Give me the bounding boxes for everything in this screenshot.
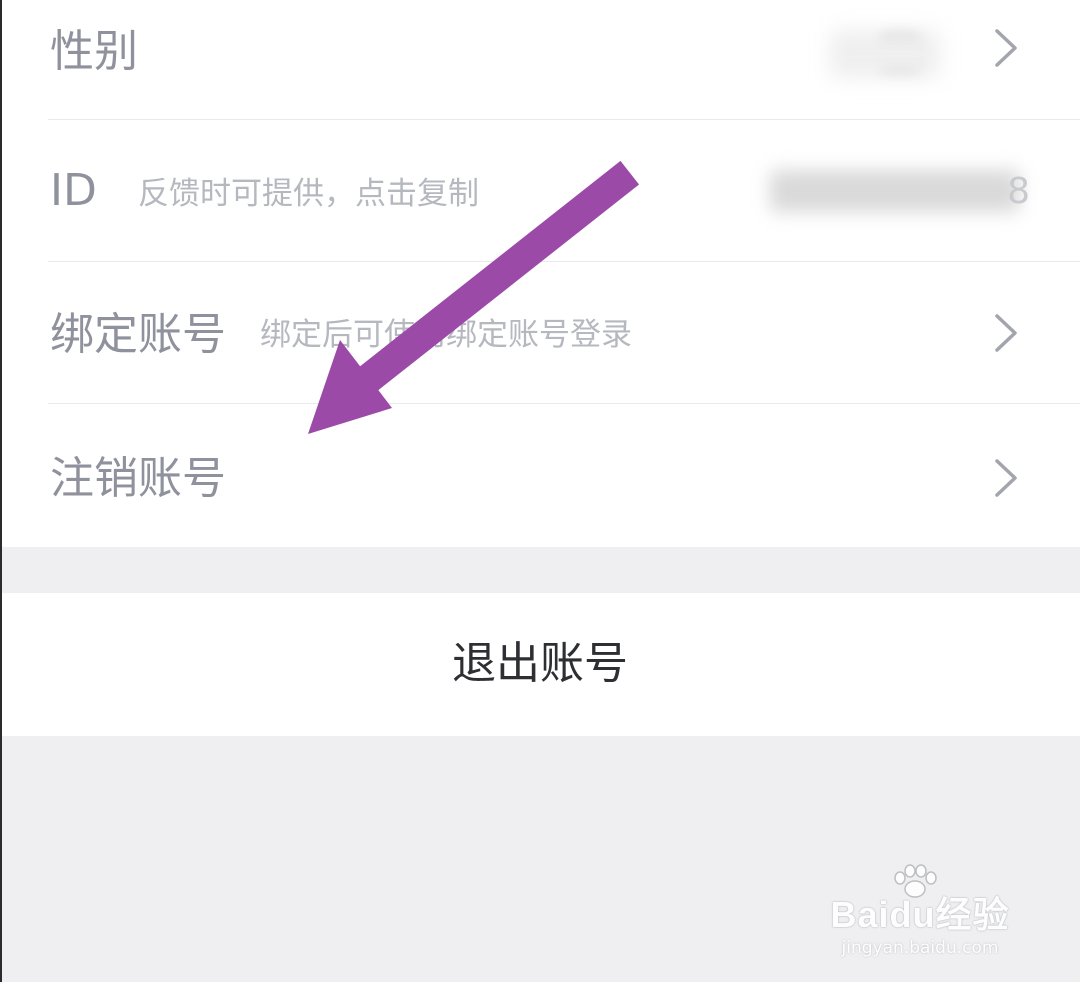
account-settings-list: 性别 ID 反馈时可提供，点击复制 8 绑定账号 绑定后可使用绑定账号登录 注销… (0, 0, 1080, 547)
id-value-redacted (770, 170, 1020, 212)
cancel-account-row[interactable]: 注销账号 (0, 404, 1080, 547)
left-edge-border (0, 0, 2, 982)
bind-account-label: 绑定账号 (50, 309, 226, 360)
gender-value-blur (830, 30, 940, 78)
baidu-logo-text: Baidu经验 (830, 894, 1010, 935)
chevron-right-icon (994, 458, 1018, 498)
chevron-right-icon (994, 28, 1018, 68)
id-value-tail: 8 (1007, 171, 1030, 212)
id-label: ID (50, 165, 97, 216)
logout-button[interactable]: 退出账号 (0, 593, 1080, 736)
gender-label: 性别 (50, 26, 138, 77)
logout-label: 退出账号 (452, 638, 628, 689)
id-row[interactable]: ID 反馈时可提供，点击复制 8 (0, 120, 1080, 262)
bind-account-row[interactable]: 绑定账号 绑定后可使用绑定账号登录 (0, 262, 1080, 404)
baidu-watermark: Baidu经验 jingyan.baidu.com (820, 864, 1020, 958)
chevron-right-icon (994, 313, 1018, 353)
bind-account-hint: 绑定后可使用绑定账号登录 (260, 317, 632, 353)
baidu-url: jingyan.baidu.com (841, 938, 999, 958)
id-hint: 反馈时可提供，点击复制 (138, 176, 479, 212)
gender-row[interactable]: 性别 (0, 0, 1080, 120)
cancel-account-label: 注销账号 (50, 453, 226, 504)
paw-icon (894, 864, 937, 898)
